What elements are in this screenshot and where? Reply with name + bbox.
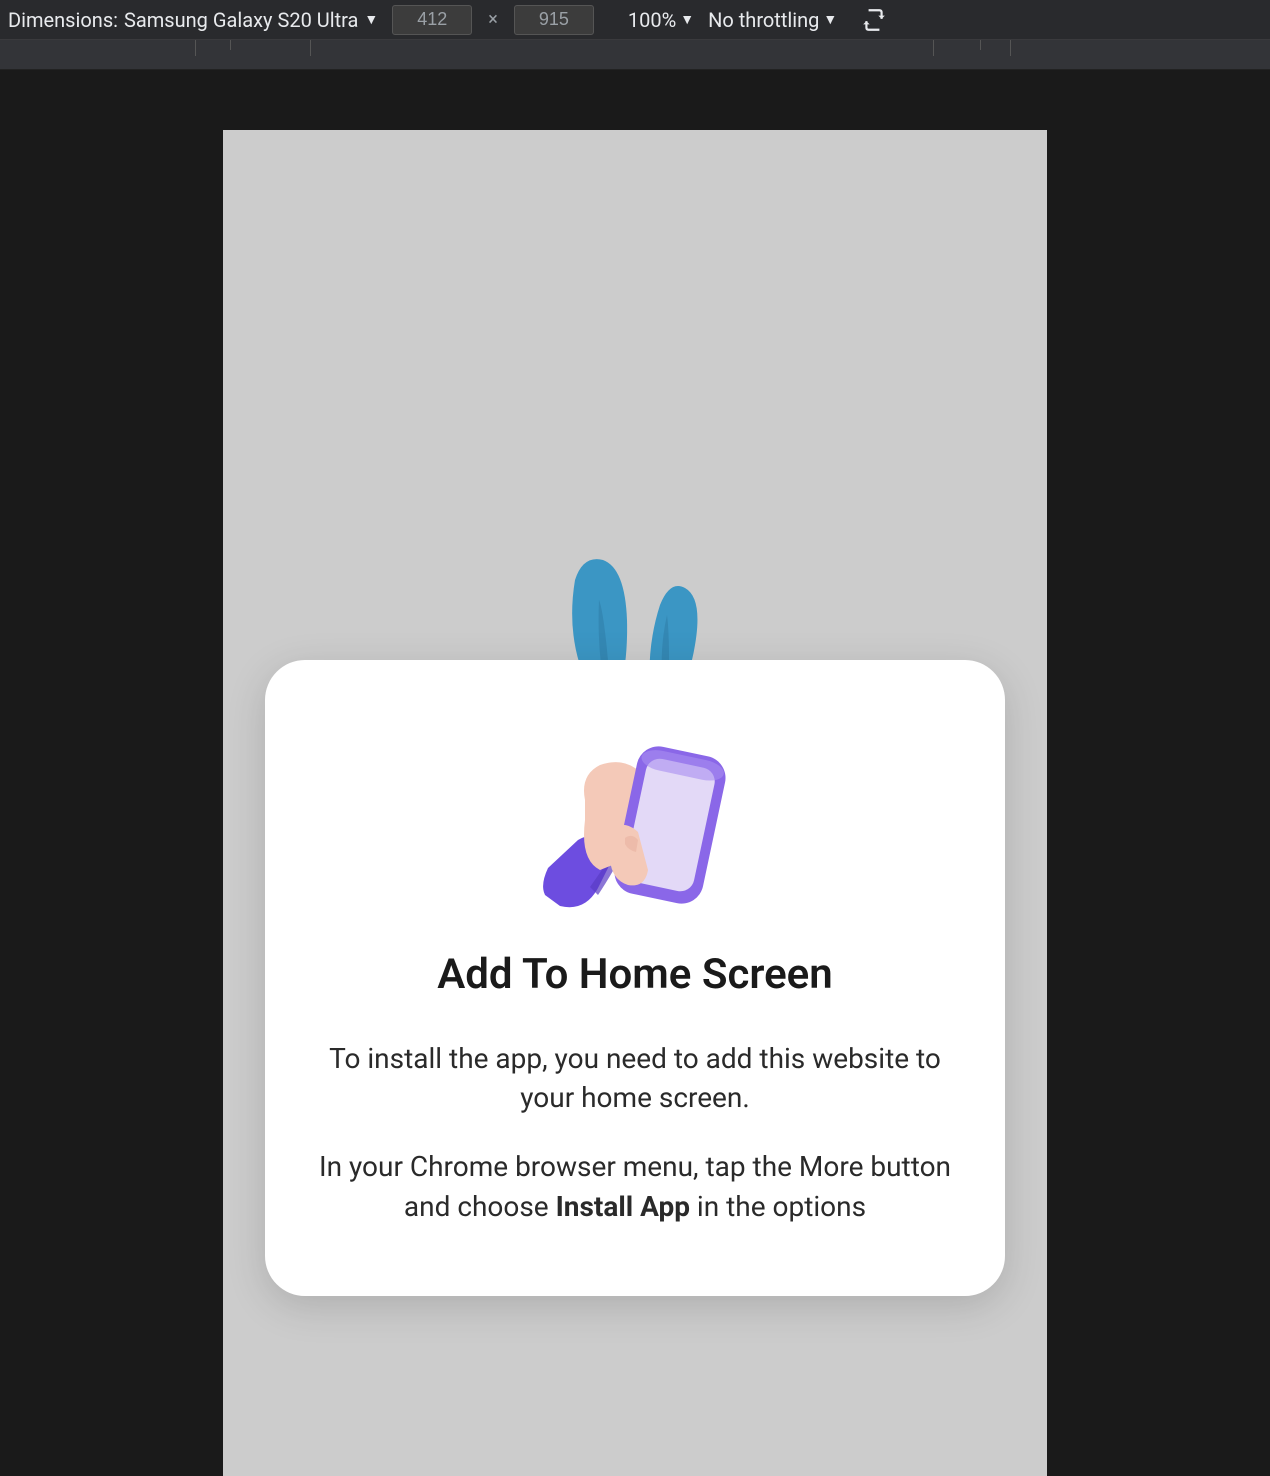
rotate-device-button[interactable] [861, 7, 887, 33]
dimensions-dropdown[interactable]: Dimensions: Samsung Galaxy S20 Ultra ▼ [8, 8, 378, 32]
modal-title: Add To Home Screen [315, 950, 955, 999]
hand-holding-phone-icon [315, 720, 955, 920]
ruler [0, 40, 1270, 70]
chevron-down-icon: ▼ [364, 11, 378, 28]
modal-instruction-2: In your Chrome browser menu, tap the Mor… [315, 1147, 955, 1225]
modal-text2-bold: Install App [556, 1190, 690, 1223]
dimension-separator: × [488, 9, 498, 30]
width-input[interactable] [392, 5, 472, 35]
modal-instruction-1: To install the app, you need to add this… [315, 1039, 955, 1117]
modal-text2-after: in the options [690, 1190, 866, 1223]
height-input[interactable] [514, 5, 594, 35]
throttling-dropdown[interactable]: No throttling ▼ [708, 8, 837, 32]
chevron-down-icon: ▼ [823, 11, 837, 28]
install-prompt-modal: Add To Home Screen To install the app, y… [265, 660, 1005, 1296]
rotate-icon [861, 7, 887, 33]
dimensions-label: Dimensions: [8, 8, 118, 32]
zoom-dropdown[interactable]: 100% ▼ [628, 8, 694, 32]
devtools-toolbar: Dimensions: Samsung Galaxy S20 Ultra ▼ ×… [0, 0, 1270, 40]
viewport-area: Add To Home Screen To install the app, y… [0, 70, 1270, 1476]
throttling-value: No throttling [708, 8, 819, 32]
device-name: Samsung Galaxy S20 Ultra [124, 8, 358, 32]
zoom-value: 100% [628, 8, 676, 32]
chevron-down-icon: ▼ [680, 11, 694, 28]
device-frame: Add To Home Screen To install the app, y… [223, 130, 1047, 1476]
